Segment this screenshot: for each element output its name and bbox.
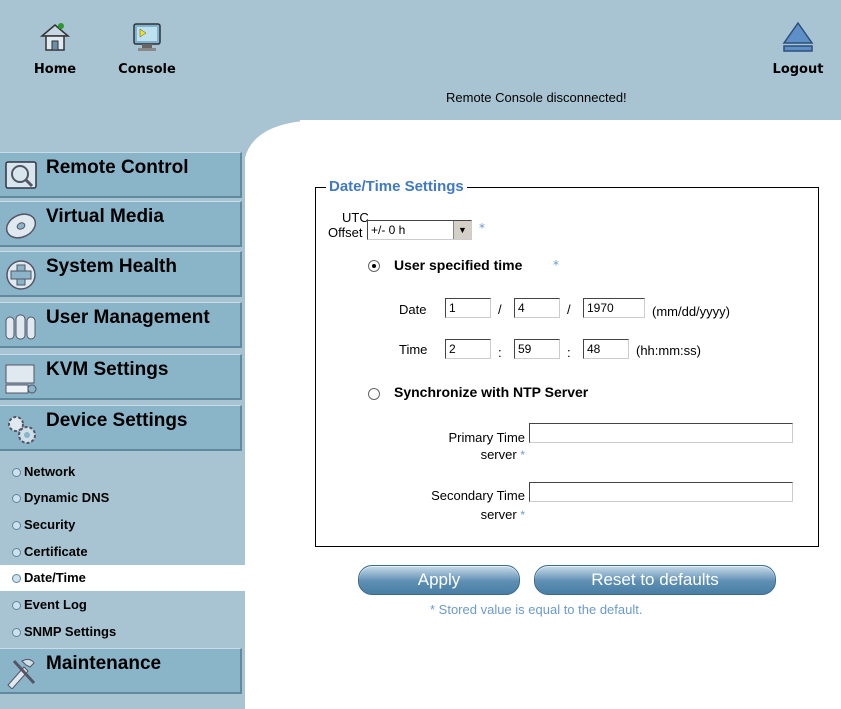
nav-maintenance[interactable]: Maintenance: [0, 648, 242, 694]
subnav-dynamic-dns[interactable]: Dynamic DNS: [0, 485, 242, 511]
primary-server-label-text: server: [480, 447, 517, 462]
default-value-note: * Stored value is equal to the default.: [430, 602, 643, 617]
console-button[interactable]: Console: [112, 20, 182, 77]
home-icon: [39, 23, 71, 51]
time-minute-input[interactable]: [514, 339, 560, 359]
home-button[interactable]: Home: [20, 20, 90, 77]
chevron-down-icon: ▼: [453, 221, 471, 239]
tools-icon: [7, 658, 36, 689]
date-sep-1: /: [498, 302, 502, 317]
bullet-icon: [12, 628, 21, 637]
primary-server-label-line1: Primary Time: [448, 430, 525, 445]
date-label: Date: [399, 302, 427, 317]
subnav-network[interactable]: Network: [0, 459, 242, 485]
console-icon: [133, 23, 161, 51]
user-time-star: *: [553, 258, 559, 272]
ntp-radio[interactable]: [368, 388, 380, 400]
primary-server-star: *: [520, 448, 525, 462]
nav-device-settings[interactable]: Device Settings: [0, 405, 242, 451]
subnav-date-time[interactable]: Date/Time: [0, 565, 245, 591]
date-sep-2: /: [567, 302, 571, 317]
secondary-server-label-text: server: [480, 507, 517, 522]
bullet-icon: [12, 494, 21, 503]
logout-button[interactable]: Logout: [760, 20, 836, 77]
eject-icon: [782, 21, 814, 52]
apply-button[interactable]: Apply: [358, 565, 520, 595]
secondary-server-label-line2: server *: [400, 507, 525, 522]
console-status-text: Remote Console disconnected!: [446, 90, 627, 105]
time-sep-1: :: [498, 345, 502, 360]
nav-virtual-media[interactable]: Virtual Media: [0, 201, 242, 247]
bullet-icon: [12, 548, 21, 557]
secondary-time-server-input[interactable]: [529, 482, 793, 502]
user-time-radio[interactable]: [368, 260, 380, 272]
time-second-input[interactable]: [583, 339, 629, 359]
secondary-server-label-line1: Secondary Time: [431, 488, 525, 503]
fieldset-legend: Date/Time Settings: [326, 178, 467, 195]
secondary-server-star: *: [520, 508, 525, 522]
date-day-input[interactable]: [514, 298, 560, 318]
subnav-certificate[interactable]: Certificate: [0, 539, 242, 565]
utc-label-line1: UTC: [342, 210, 369, 225]
time-hour-input[interactable]: [445, 339, 491, 359]
reset-defaults-button[interactable]: Reset to defaults: [534, 565, 776, 595]
subnav-security[interactable]: Security: [0, 512, 242, 538]
kvm-icon: [5, 364, 37, 394]
date-year-input[interactable]: [583, 298, 645, 318]
nav-remote-control[interactable]: Remote Control: [0, 152, 242, 198]
bullet-icon: [12, 601, 21, 610]
disc-icon: [5, 213, 37, 239]
time-label: Time: [399, 342, 428, 357]
date-format-hint: (mm/dd/yyyy): [652, 304, 730, 319]
primary-server-label-line2: server *: [400, 447, 525, 462]
health-plus-icon: [6, 260, 36, 290]
bullet-icon: [12, 521, 21, 530]
user-time-label: User specified time: [394, 257, 523, 273]
utc-label-line2: Offset: [328, 225, 363, 240]
time-format-hint: (hh:mm:ss): [636, 343, 701, 358]
subnav-snmp-settings[interactable]: SNMP Settings: [0, 619, 242, 645]
monitor-icon: [5, 161, 37, 189]
utc-offset-value: +/- 0 h: [371, 223, 406, 237]
bullet-icon: [12, 574, 21, 583]
primary-time-server-input[interactable]: [529, 423, 793, 443]
time-sep-2: :: [567, 345, 571, 360]
nav-kvm-settings[interactable]: KVM Settings: [0, 354, 242, 400]
utc-offset-select[interactable]: +/- 0 h ▼: [367, 220, 472, 240]
nav-user-management[interactable]: User Management: [0, 302, 242, 348]
bullet-icon: [12, 468, 21, 477]
nav-system-health[interactable]: System Health: [0, 251, 242, 297]
gears-icon: [8, 416, 36, 444]
utc-default-star: *: [479, 221, 485, 235]
ntp-label: Synchronize with NTP Server: [394, 384, 589, 400]
top-header: Home Console Remote Console disconnected…: [0, 0, 841, 120]
users-icon: [5, 314, 36, 340]
subnav-event-log[interactable]: Event Log: [0, 592, 242, 618]
date-month-input[interactable]: [445, 298, 491, 318]
